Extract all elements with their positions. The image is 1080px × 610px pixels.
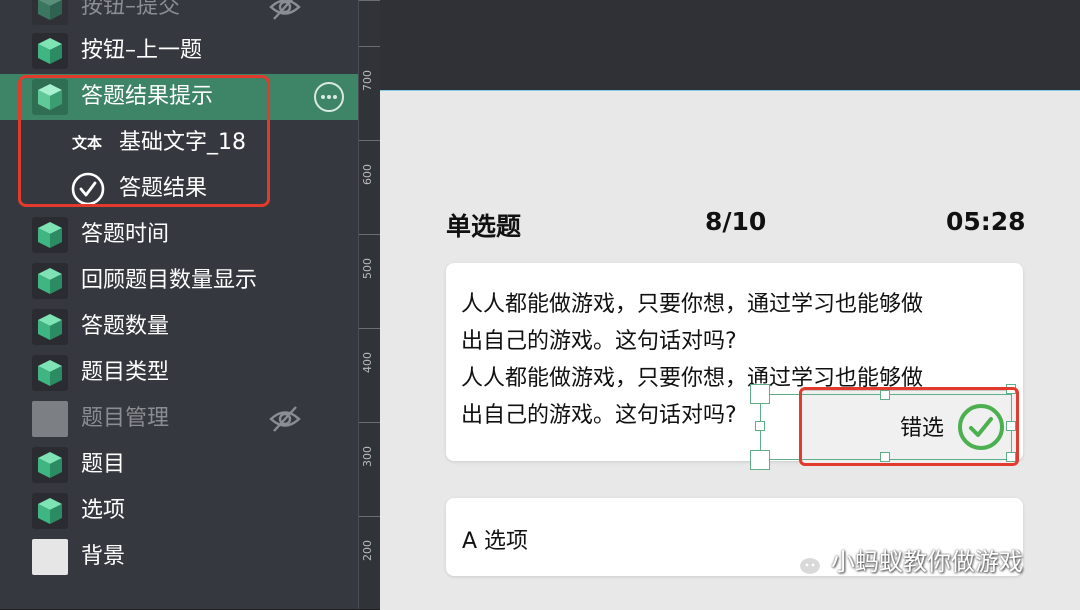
layer-item-answer-count[interactable]: 答题数量 <box>0 304 358 350</box>
eye-hidden-icon[interactable] <box>268 403 302 435</box>
ruler-label: 700 <box>361 70 374 91</box>
resize-handle[interactable] <box>750 384 770 404</box>
layer-label: 题目 <box>81 452 126 477</box>
green-cube-icon <box>32 33 68 69</box>
layer-item-submit-button[interactable]: 按钮–提交 <box>0 0 358 30</box>
canvas-dark-area <box>380 0 1080 90</box>
layer-label: 题目管理 <box>81 406 170 431</box>
layer-item-options[interactable]: 选项 <box>0 488 358 534</box>
ruler-label: 400 <box>361 352 374 373</box>
ruler-label: 600 <box>361 164 374 185</box>
option-a-label: A 选项 <box>462 529 529 554</box>
question-type-label: 单选题 <box>446 212 522 241</box>
green-cube-icon <box>32 263 68 299</box>
green-cube-icon <box>32 309 68 345</box>
red-highlight-box <box>799 387 1019 466</box>
layer-label: 题目类型 <box>81 360 170 385</box>
vertical-ruler: 700 600 500 400 300 200 <box>358 0 382 609</box>
eye-hidden-icon[interactable] <box>268 0 302 23</box>
layer-label: 答题时间 <box>81 222 170 247</box>
layer-item-review-count[interactable]: 回顾题目数量显示 <box>0 258 358 304</box>
watermark: 小蚂蚁教你做游戏 <box>785 544 1075 580</box>
layer-label: 按钮–提交 <box>81 0 181 19</box>
layer-label: 回顾题目数量显示 <box>81 268 258 293</box>
white-square-icon <box>32 539 68 575</box>
resize-handle[interactable] <box>750 450 770 470</box>
question-timer: 05:28 <box>946 207 1026 236</box>
layer-item-question-type[interactable]: 题目类型 <box>0 350 358 396</box>
green-cube-icon <box>32 447 68 483</box>
layer-item-question-manager[interactable]: 题目管理 <box>0 396 358 442</box>
layer-label: 背景 <box>81 544 126 569</box>
green-cube-icon <box>32 0 68 25</box>
layer-item-answer-time[interactable]: 答题时间 <box>0 212 358 258</box>
wechat-icon <box>786 547 823 577</box>
green-cube-icon <box>32 355 68 391</box>
watermark-text: 小蚂蚁教你做游戏 <box>831 548 1023 576</box>
resize-handle[interactable] <box>755 421 765 431</box>
layer-item-question[interactable]: 题目 <box>0 442 358 488</box>
green-cube-icon <box>32 217 68 253</box>
more-options-icon[interactable] <box>313 81 345 113</box>
ruler-label: 300 <box>361 446 374 467</box>
ruler-label: 500 <box>361 258 374 279</box>
layer-item-background[interactable]: 背景 <box>0 534 358 580</box>
red-highlight-box <box>18 75 270 207</box>
layer-label: 按钮–上一题 <box>81 38 203 63</box>
layer-label: 选项 <box>81 498 126 523</box>
gray-square-icon <box>32 401 68 437</box>
ruler-label: 200 <box>361 540 374 561</box>
layer-item-prev-button[interactable]: 按钮–上一题 <box>0 28 358 74</box>
green-cube-icon <box>32 493 68 529</box>
question-counter: 8/10 <box>705 207 767 236</box>
layer-label: 答题数量 <box>81 314 170 339</box>
layers-panel: 按钮–提交 按钮–上一题 答题结果提示 文本 基础文字_18 答题结果 答题时间… <box>0 0 358 609</box>
